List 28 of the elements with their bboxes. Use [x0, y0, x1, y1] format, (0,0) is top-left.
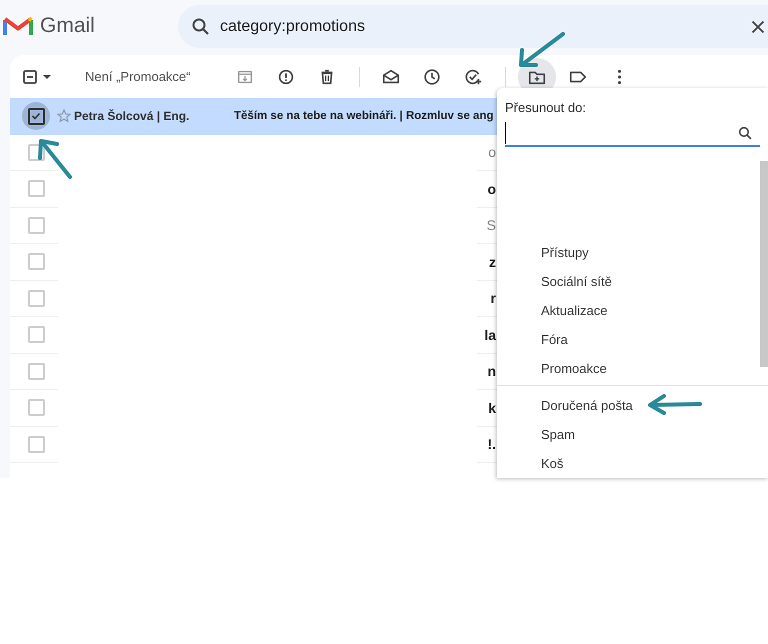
- star-icon[interactable]: [56, 108, 72, 124]
- annotation-arrow: [38, 139, 72, 179]
- folder-option[interactable]: Spam: [497, 420, 768, 449]
- search-field[interactable]: category:promotions: [220, 18, 748, 36]
- folder-search-field[interactable]: [505, 121, 760, 147]
- sender-name: Petra Šolcová | Eng.: [74, 109, 190, 124]
- folder-option[interactable]: Fóra: [497, 325, 760, 354]
- search-bar[interactable]: category:promotions: [178, 5, 768, 48]
- row-checkbox[interactable]: [28, 108, 44, 125]
- app-name: Gmail: [40, 14, 95, 38]
- selected-email-row[interactable]: Petra Šolcová | Eng. Těším se na tebe na webináři. | Rozmluv se ang: [10, 98, 497, 134]
- folder-option[interactable]: Aktualizace: [497, 296, 760, 325]
- clock-icon: [422, 66, 442, 86]
- folder-option[interactable]: Sociální sítě: [497, 267, 760, 296]
- email-subject: Těším se na tebe na webináři. | Rozmluv se ang: [234, 110, 494, 122]
- folder-option[interactable]: Přístupy: [497, 238, 760, 267]
- checkmark-icon: [31, 111, 41, 122]
- folder-option[interactable]: Doručená pošta: [497, 391, 768, 420]
- more-icon: [616, 68, 622, 84]
- gmail-logo-icon: [3, 14, 33, 37]
- not-promotions-button[interactable]: Není „Promoakce“: [85, 69, 190, 84]
- annotation-arrow: [648, 394, 702, 415]
- folder-option[interactable]: Koš: [497, 449, 768, 478]
- folder-option[interactable]: Promoakce: [497, 354, 760, 383]
- scrollbar[interactable]: [760, 161, 768, 367]
- search-icon: [737, 124, 754, 142]
- menu-title: Přesunout do:: [505, 100, 587, 115]
- annotation-arrow: [519, 32, 565, 67]
